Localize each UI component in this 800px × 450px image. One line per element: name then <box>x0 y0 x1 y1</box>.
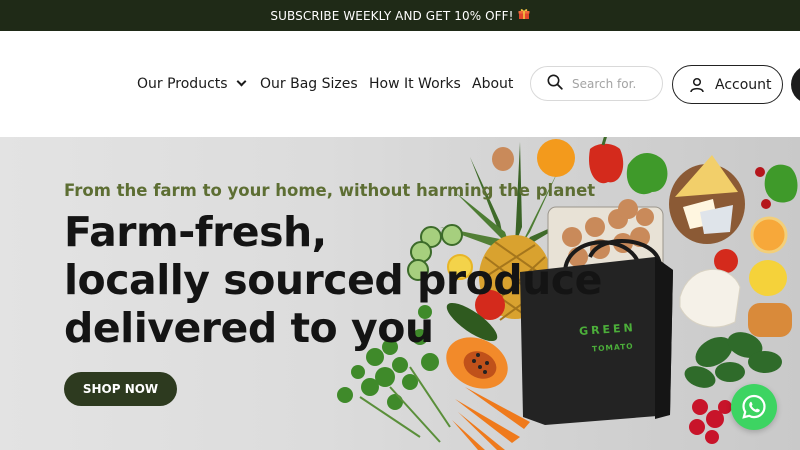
hero-headline-line-3: delivered to you <box>64 304 434 352</box>
hero-banner: GREEN TOMATO From the farm to your home,… <box>0 137 800 450</box>
shop-now-button[interactable]: SHOP NOW <box>64 372 177 406</box>
whatsapp-icon <box>742 394 766 419</box>
hero-headline-line-1: Farm-fresh, <box>64 208 327 256</box>
gift-icon <box>518 8 530 23</box>
hero-headline: Farm-fresh, locally sourced produce deli… <box>64 208 602 352</box>
nav-our-bag-sizes[interactable]: Our Bag Sizes <box>260 74 358 94</box>
search-icon[interactable] <box>547 74 563 94</box>
nav-how-it-works[interactable]: How It Works <box>369 74 461 94</box>
chevron-down-icon <box>236 76 247 87</box>
nav-about[interactable]: About <box>472 74 513 94</box>
hero-headline-line-2: locally sourced produce <box>64 256 602 304</box>
account-button[interactable]: Account <box>672 65 783 104</box>
nav-our-products-label: Our Products <box>137 76 228 92</box>
whatsapp-chat-button[interactable] <box>731 384 777 430</box>
user-icon <box>690 77 704 92</box>
account-label: Account <box>715 76 772 93</box>
search-box[interactable] <box>530 66 663 101</box>
search-input[interactable] <box>572 76 658 91</box>
hero-tagline: From the farm to your home, without harm… <box>64 181 596 200</box>
announcement-bar: SUBSCRIBE WEEKLY AND GET 10% OFF! <box>0 0 800 31</box>
nav-our-products[interactable]: Our Products <box>137 74 247 94</box>
announcement-text: SUBSCRIBE WEEKLY AND GET 10% OFF! <box>270 8 514 23</box>
